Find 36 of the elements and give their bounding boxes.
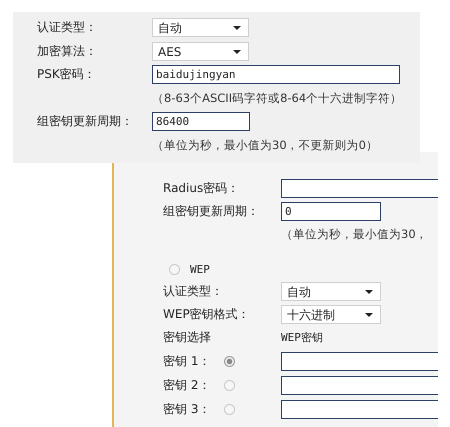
key-label: 密钥 3： bbox=[163, 401, 210, 418]
caret-icon bbox=[233, 50, 241, 54]
option-label: WEP bbox=[190, 262, 210, 276]
field-label: 组密钥更新周期： bbox=[163, 203, 260, 220]
field-label: PSK密码： bbox=[37, 66, 97, 84]
input-field[interactable] bbox=[281, 352, 438, 371]
radio-button[interactable] bbox=[224, 380, 236, 391]
hint-text: （8-63个ASCII码字符或8-64个十六进制字符） bbox=[152, 90, 404, 106]
field-label: 认证类型： bbox=[163, 283, 224, 300]
field-label: 加密算法： bbox=[37, 42, 98, 60]
input-field[interactable]: 86400 bbox=[152, 112, 250, 132]
input-field[interactable]: baidujingyan bbox=[152, 65, 400, 84]
radio-button[interactable] bbox=[169, 264, 180, 274]
caret-icon bbox=[365, 290, 373, 294]
dropdown[interactable]: AES bbox=[152, 42, 249, 61]
hint-text: （单位为秒，最小值为30，不更新则为0） bbox=[152, 138, 379, 153]
field-label: WEP密钥格式： bbox=[163, 306, 251, 323]
dropdown[interactable]: 十六进制 bbox=[281, 305, 381, 324]
caret-icon bbox=[365, 313, 373, 317]
key-label: 密钥 1： bbox=[163, 353, 210, 370]
column-header: 密钥选择 bbox=[163, 329, 212, 346]
dropdown[interactable]: 自动 bbox=[281, 282, 381, 301]
field-label: Radius密码： bbox=[163, 180, 240, 197]
hint-text: （单位为秒，最小值为30， bbox=[281, 227, 429, 242]
field-label: 组密钥更新周期： bbox=[37, 113, 134, 130]
input-field[interactable]: 0 bbox=[281, 202, 381, 221]
key-label: 密钥 2： bbox=[163, 377, 210, 394]
input-field[interactable] bbox=[281, 179, 438, 198]
radio-button[interactable] bbox=[224, 356, 236, 367]
input-field[interactable] bbox=[281, 376, 438, 395]
dropdown[interactable]: 自动 bbox=[152, 18, 249, 38]
field-label: 认证类型： bbox=[37, 19, 98, 36]
input-field[interactable] bbox=[281, 400, 438, 419]
caret-icon bbox=[233, 26, 241, 30]
radio-button[interactable] bbox=[224, 404, 236, 415]
column-header: WEP密钥 bbox=[281, 330, 324, 345]
